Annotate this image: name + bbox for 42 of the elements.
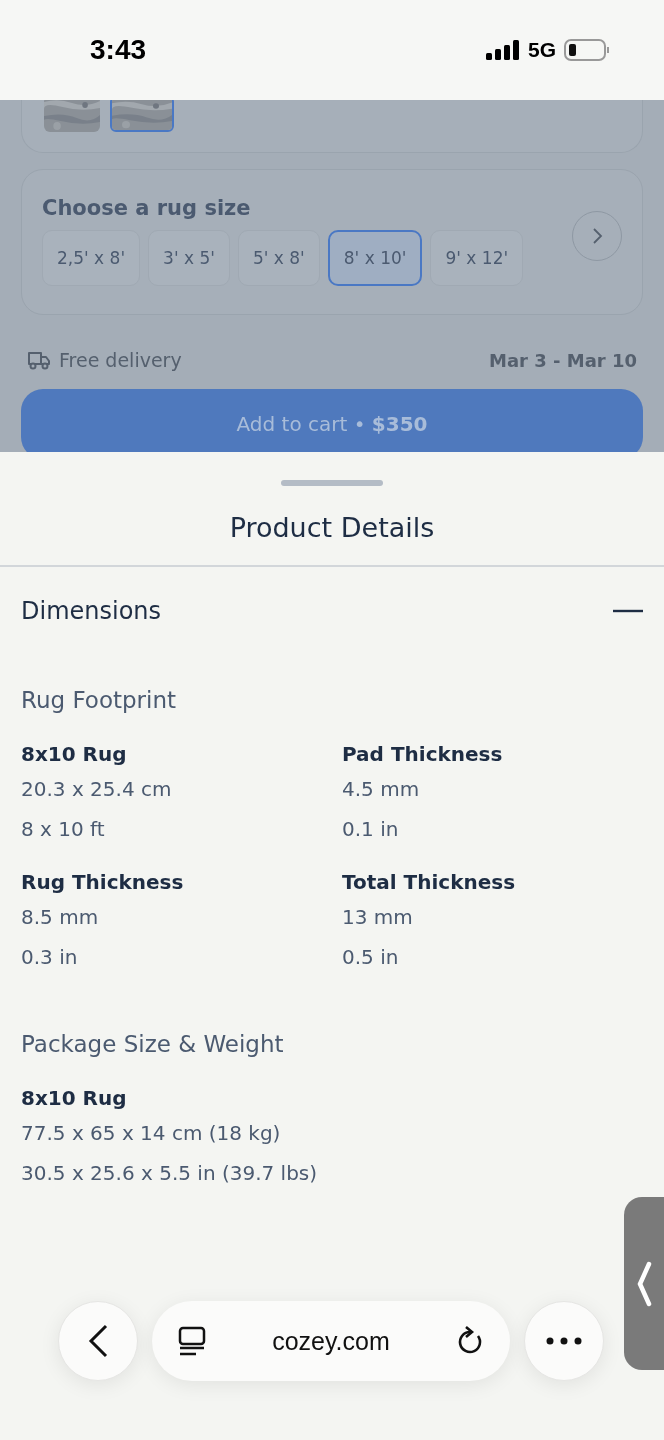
spec-value: 0.1 in: [342, 816, 400, 843]
spec-value: 30.5 x 25.6 x 5.5 in (39.7 lbs): [21, 1160, 319, 1187]
size-option[interactable]: 2,5' x 8': [42, 230, 141, 286]
network-label: 5G: [528, 38, 556, 62]
spec-value: 4.5 mm: [342, 776, 421, 803]
spec-label: Total Thickness: [342, 869, 517, 896]
spec-value: 8 x 10 ft: [21, 816, 106, 843]
truck-icon: [27, 350, 51, 370]
battery-icon: [564, 39, 610, 61]
spec-label: 8x10 Rug: [21, 741, 128, 768]
more-icon: [546, 1337, 582, 1345]
spec-label: Rug Thickness: [21, 869, 185, 896]
url-text[interactable]: cozey.com: [272, 1326, 390, 1356]
spec-value: 8.5 mm: [21, 904, 100, 931]
chevron-right-icon: [591, 227, 603, 245]
sheet-handle[interactable]: [281, 480, 383, 486]
spec-value: 77.5 x 65 x 14 cm (18 kg): [21, 1120, 282, 1147]
group-title: Rug Footprint: [21, 687, 178, 713]
size-option[interactable]: 9' x 12': [430, 230, 524, 286]
add-to-cart-button[interactable]: Add to cart • $350: [21, 389, 643, 452]
reload-icon[interactable]: [456, 1326, 484, 1356]
spec-value: 0.5 in: [342, 944, 400, 971]
size-option[interactable]: 8' x 10': [327, 230, 423, 286]
spec-value: 0.3 in: [21, 944, 79, 971]
spec-value: 13 mm: [342, 904, 414, 931]
sheet-title: Product Details: [0, 512, 664, 567]
group-title: Package Size & Weight: [21, 1031, 285, 1057]
back-icon: [87, 1324, 109, 1358]
status-time: 3:43: [90, 34, 147, 66]
tabs-icon[interactable]: [178, 1326, 206, 1356]
signal-icon: [486, 40, 520, 60]
size-title: Choose a rug size: [42, 196, 252, 220]
spec-label: 8x10 Rug: [21, 1085, 128, 1112]
size-option[interactable]: 5' x 8': [237, 230, 320, 286]
delivery-dates: Mar 3 - Mar 10: [489, 349, 637, 371]
size-option[interactable]: 3' x 5': [148, 230, 230, 286]
address-bar[interactable]: cozey.com: [152, 1301, 510, 1381]
delivery-label: Free delivery: [59, 349, 182, 371]
section-title[interactable]: Dimensions: [21, 597, 162, 625]
spec-value: 20.3 x 25.4 cm: [21, 776, 173, 803]
spec-label: Pad Thickness: [342, 741, 504, 768]
chevron-left-icon: [636, 1260, 652, 1307]
